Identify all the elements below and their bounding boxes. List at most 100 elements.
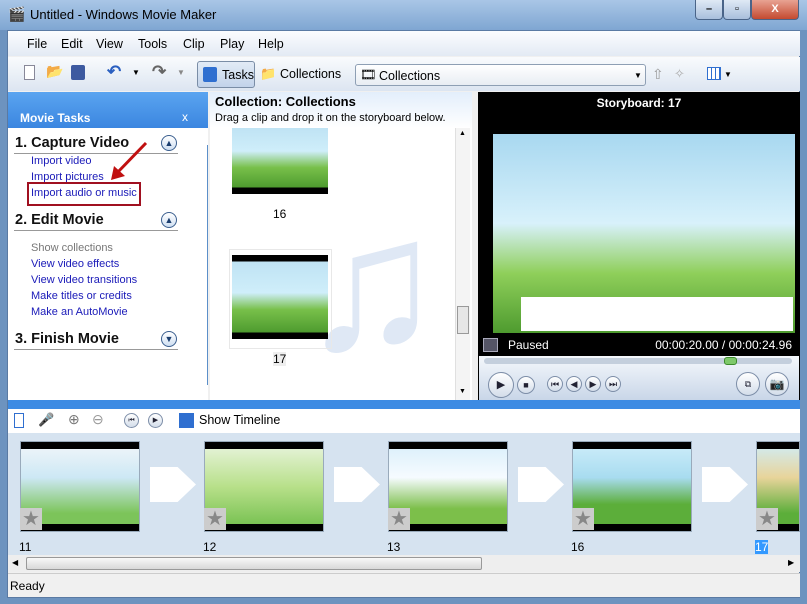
- seek-thumb[interactable]: [724, 357, 738, 365]
- effect-star-icon[interactable]: ★: [388, 508, 410, 530]
- clip-label: 13: [387, 540, 401, 554]
- open-icon[interactable]: 📂: [46, 63, 63, 80]
- expand-icon[interactable]: ▼: [161, 331, 177, 347]
- clip-label: 16: [571, 540, 585, 554]
- chevron-down-icon: ▼: [634, 71, 642, 80]
- storyboard-scrollbar[interactable]: ◀ ▶: [8, 555, 800, 572]
- up-folder-icon[interactable]: ⇧: [652, 66, 664, 83]
- narrate-microphone-icon[interactable]: 🎤: [38, 412, 54, 428]
- status-text: Ready: [10, 579, 45, 593]
- menu-clip[interactable]: Clip: [183, 37, 205, 51]
- next-button[interactable]: ⏭: [605, 376, 621, 392]
- title-bar: 🎬 Untitled - Windows Movie Maker – ▫ X: [0, 0, 807, 30]
- clip-label: 11: [19, 540, 32, 554]
- show-timeline-button[interactable]: Show Timeline: [199, 413, 280, 427]
- scroll-down-icon[interactable]: ▼: [459, 388, 466, 395]
- new-icon[interactable]: [24, 65, 35, 80]
- split-clip-button[interactable]: ⧉: [736, 372, 760, 396]
- undo-dropdown-icon[interactable]: ▼: [132, 68, 140, 77]
- task-pane-header: Movie Tasks x: [8, 92, 208, 128]
- collections-dropdown[interactable]: 🎞 Collections ▼: [355, 64, 646, 86]
- scroll-thumb[interactable]: [26, 557, 482, 570]
- zoom-in-icon[interactable]: ⊕: [68, 411, 80, 428]
- scroll-right-icon[interactable]: ▶: [788, 558, 794, 567]
- timeline-icon[interactable]: [179, 413, 194, 428]
- views-icon[interactable]: [707, 67, 721, 80]
- collection-label: 17: [273, 352, 287, 366]
- scroll-left-icon[interactable]: ◀: [12, 558, 18, 567]
- link-view-video-effects[interactable]: View video effects: [31, 258, 119, 270]
- tasks-icon: [203, 67, 217, 82]
- menu-help[interactable]: Help: [258, 37, 284, 51]
- scroll-thumb[interactable]: [457, 306, 469, 334]
- play-storyboard-icon[interactable]: ▶: [148, 413, 163, 428]
- menu-play[interactable]: Play: [220, 37, 244, 51]
- divider: [14, 153, 178, 154]
- red-arrow-annotation: [111, 141, 148, 180]
- previous-frame-start-button[interactable]: ⏮: [547, 376, 563, 392]
- section-edit-movie[interactable]: 2. Edit Movie: [15, 212, 104, 228]
- collection-icon: 🎞: [360, 67, 377, 82]
- effect-star-icon[interactable]: ★: [20, 508, 42, 530]
- collection-thumbnail[interactable]: [232, 128, 328, 194]
- menu-tools[interactable]: Tools: [138, 37, 167, 51]
- collection-scrollbar[interactable]: ▲ ▼: [455, 128, 470, 400]
- tasks-button[interactable]: Tasks: [197, 61, 255, 88]
- save-icon[interactable]: [71, 65, 85, 80]
- effect-star-icon[interactable]: ★: [756, 508, 778, 530]
- storyboard-view-icon[interactable]: [14, 413, 24, 428]
- clip-label: 12: [203, 540, 217, 554]
- seek-bar[interactable]: [484, 358, 792, 364]
- menu-file[interactable]: File: [27, 37, 47, 51]
- forward-button[interactable]: ▶: [585, 376, 601, 392]
- menu-view[interactable]: View: [96, 37, 123, 51]
- views-dropdown-icon[interactable]: ▼: [724, 70, 732, 79]
- minimize-button[interactable]: –: [695, 0, 723, 20]
- section-finish-movie[interactable]: 3. Finish Movie: [15, 331, 119, 347]
- fullscreen-icon[interactable]: [483, 338, 498, 352]
- stop-button[interactable]: ■: [517, 376, 535, 394]
- undo-icon[interactable]: ↶: [107, 62, 121, 82]
- redo-icon[interactable]: ↷: [152, 62, 166, 82]
- collapse-icon[interactable]: ▲: [161, 212, 177, 228]
- clip-label: 17: [755, 540, 769, 554]
- caption-area: [521, 297, 793, 331]
- rewind-button[interactable]: ◀: [566, 376, 582, 392]
- link-view-video-transitions[interactable]: View video transitions: [31, 274, 137, 286]
- link-import-video[interactable]: Import video: [31, 155, 92, 167]
- zoom-out-icon[interactable]: ⊖: [92, 411, 104, 428]
- snapshot-camera-button[interactable]: 📷: [765, 372, 789, 396]
- scroll-up-icon[interactable]: ▲: [459, 130, 466, 137]
- collection-title: Collection: Collections: [215, 94, 356, 109]
- link-make-automovie[interactable]: Make an AutoMovie: [31, 306, 128, 318]
- divider: [14, 349, 178, 350]
- play-button[interactable]: ▶: [488, 372, 514, 398]
- link-show-collections[interactable]: Show collections: [31, 242, 113, 254]
- pane-separator[interactable]: [8, 400, 800, 409]
- new-folder-icon[interactable]: ✧: [674, 66, 685, 82]
- combo-value: Collections: [379, 69, 441, 83]
- menu-bar: File Edit View Tools Clip Play Help: [8, 31, 800, 56]
- collection-thumbnail[interactable]: [232, 255, 328, 339]
- menu-edit[interactable]: Edit: [61, 37, 83, 51]
- effect-star-icon[interactable]: ★: [572, 508, 594, 530]
- redo-dropdown-icon[interactable]: ▼: [177, 68, 185, 77]
- playback-status: Paused: [508, 338, 549, 352]
- rewind-storyboard-icon[interactable]: ⏮: [124, 413, 139, 428]
- collection-label: 16: [273, 207, 287, 221]
- tasks-label: Tasks: [222, 68, 254, 82]
- playback-time: 00:00:20.00 / 00:00:24.96: [655, 338, 792, 352]
- preview-title: Storyboard: 17: [596, 96, 682, 110]
- effect-star-icon[interactable]: ★: [204, 508, 226, 530]
- collapse-icon[interactable]: ▲: [161, 135, 177, 151]
- close-button[interactable]: X: [751, 0, 799, 20]
- link-make-titles[interactable]: Make titles or credits: [31, 290, 132, 302]
- collection-subtitle: Drag a clip and drop it on the storyboar…: [215, 112, 446, 124]
- collections-label: Collections: [280, 67, 342, 81]
- close-task-pane-button[interactable]: x: [182, 110, 188, 124]
- storyboard-toolbar: 🎤 ⊕ ⊖ ⏮ ▶ Show Timeline: [8, 409, 800, 433]
- highlight-box: [27, 182, 141, 206]
- collection-header: Collection: Collections Drag a clip and …: [210, 92, 472, 128]
- maximize-button[interactable]: ▫: [723, 0, 751, 20]
- divider: [14, 230, 178, 231]
